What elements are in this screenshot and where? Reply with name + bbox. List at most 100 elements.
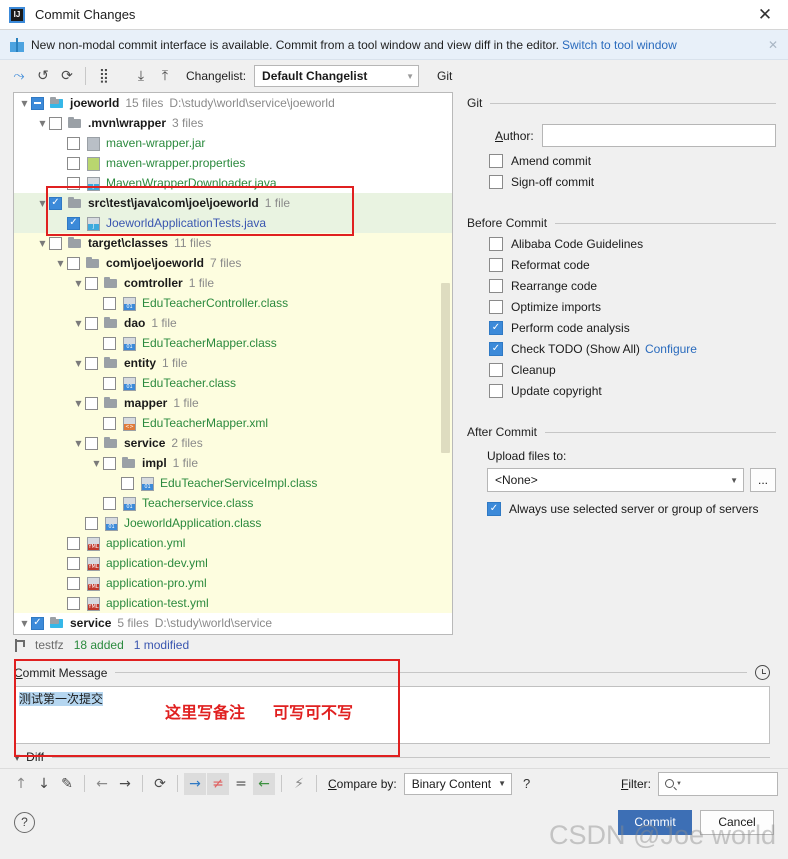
switch-to-tool-window-link[interactable]: Switch to tool window [562,38,677,52]
tree-row[interactable]: ▼ entity 1 file [14,353,452,373]
compare-by-dropdown[interactable]: Binary Content ▼ [403,772,513,795]
sign-off-commit-checkbox[interactable]: Sign-off commit [489,175,776,189]
tree-row[interactable]: maven-wrapper.jar [14,133,452,153]
tree-row[interactable]: ▼ com\joe\joeworld 7 files [14,253,452,273]
tree-row-checkbox[interactable] [31,96,44,110]
tree-row-checkbox[interactable] [67,176,80,190]
tree-row[interactable]: 01 EduTeacher.class [14,373,452,393]
tree-row[interactable]: 01 EduTeacherMapper.class [14,333,452,353]
close-icon[interactable]: ✕ [756,5,774,25]
tree-row[interactable]: ▼ dao 1 file [14,313,452,333]
tree-row[interactable]: ▼ joeworld 15 files D:\study\world\service\… [14,93,452,113]
tree-row-checkbox[interactable] [85,436,98,450]
tree-row[interactable]: ▼ impl 1 file [14,453,452,473]
expand-arrow-icon[interactable]: ▼ [36,199,49,208]
tree-row-checkbox[interactable] [31,616,44,630]
tree-row-checkbox[interactable] [103,416,116,430]
edit-source-icon[interactable]: ✎ [56,773,78,795]
tree-row-checkbox[interactable] [103,376,116,390]
collapse-all-icon[interactable]: ⤒ [154,65,176,87]
tree-row-checkbox[interactable] [67,136,80,150]
tree-row-checkbox[interactable] [49,196,62,210]
tree-row-checkbox[interactable] [121,476,134,490]
reformat-code-checkbox[interactable]: Reformat code [489,258,776,272]
tree-row[interactable]: maven-wrapper.properties [14,153,452,173]
changed-files-tree[interactable]: ▼ joeworld 15 files D:\study\world\service\… [14,93,452,633]
tree-row[interactable]: 01 EduTeacherServiceImpl.class [14,473,452,493]
diff-collapse-row[interactable]: ▼ Diff [14,750,770,764]
tree-row[interactable]: 01 Teacherservice.class [14,493,452,513]
commit-message-input[interactable]: 测试第一次提交 这里写备注 可写可不写 [14,686,770,744]
tree-row[interactable]: YML application-pro.yml [14,573,452,593]
tree-row[interactable]: J JoeworldApplicationTests.java [14,213,452,233]
diff-help-icon[interactable]: ? [523,776,530,791]
cleanup-checkbox[interactable]: Cleanup [489,363,776,377]
accept-left-icon[interactable]: ← [253,772,275,795]
previous-file-icon[interactable]: ← [91,773,113,795]
tree-row-checkbox[interactable] [49,236,62,250]
tree-row[interactable]: YML application.yml [14,533,452,553]
amend-commit-checkbox[interactable]: Amend commit [489,154,776,168]
show-difference-icon[interactable]: ≠ [207,772,229,795]
refresh-diff-icon[interactable]: ⟳ [149,773,171,795]
clock-icon[interactable] [755,665,770,680]
browse-servers-button[interactable]: ... [750,468,776,492]
equal-icon[interactable]: = [230,773,252,795]
update-copyright-checkbox[interactable]: Update copyright [489,384,776,398]
expand-arrow-icon[interactable]: ▼ [18,99,31,108]
rearrange-code-checkbox[interactable]: Rearrange code [489,279,776,293]
tree-row-checkbox[interactable] [67,256,80,270]
rollback-icon[interactable]: ↺ [32,65,54,87]
check-todo-checkbox[interactable]: Check TODO (Show All) Configure [489,342,776,356]
tree-row-checkbox[interactable] [85,396,98,410]
notification-close-icon[interactable]: ✕ [768,38,778,52]
tree-row[interactable]: ▼ mapper 1 file [14,393,452,413]
cancel-button[interactable]: Cancel [700,809,774,835]
tree-row-checkbox[interactable] [67,596,80,610]
tree-row-checkbox[interactable] [85,356,98,370]
tree-row-checkbox[interactable] [85,276,98,290]
tree-row-checkbox[interactable] [85,516,98,530]
ignore-whitespace-icon[interactable]: ⚡ [288,773,310,795]
expand-arrow-icon[interactable]: ▼ [36,239,49,248]
expand-arrow-icon[interactable]: ▼ [72,319,85,328]
tree-row[interactable]: ▼ service 5 files D:\study\world\service [14,613,452,633]
expand-arrow-icon[interactable]: ▼ [18,619,31,628]
tree-row-checkbox[interactable] [67,156,80,170]
tree-row-checkbox[interactable] [67,556,80,570]
next-difference-icon[interactable]: ↓ [33,773,55,795]
tree-row-checkbox[interactable] [67,576,80,590]
tree-row[interactable]: YML application-dev.yml [14,553,452,573]
tree-row[interactable]: 01 EduTeacherController.class [14,293,452,313]
expand-arrow-icon[interactable]: ▼ [54,259,67,268]
help-button[interactable]: ? [14,811,35,833]
tree-row[interactable]: ▼ .mvn\wrapper 3 files [14,113,452,133]
tree-row-checkbox[interactable] [85,316,98,330]
configure-link[interactable]: Configure [645,342,697,356]
group-by-icon[interactable]: ⣿ [93,65,115,87]
accept-right-icon[interactable]: → [184,772,206,795]
changed-files-tree-panel[interactable]: ▼ joeworld 15 files D:\study\world\service\… [13,92,453,635]
tree-row-checkbox[interactable] [103,456,116,470]
tree-row[interactable]: J MavenWrapperDownloader.java [14,173,452,193]
expand-arrow-icon[interactable]: ▼ [72,279,85,288]
tree-row[interactable]: YML application-test.yml [14,593,452,613]
optimize-imports-checkbox[interactable]: Optimize imports [489,300,776,314]
expand-arrow-icon[interactable]: ▼ [72,359,85,368]
commit-button[interactable]: Commit [618,809,692,835]
expand-arrow-icon[interactable]: ▼ [90,459,103,468]
refresh-icon[interactable]: ⟳ [56,65,78,87]
tree-row-checkbox[interactable] [67,536,80,550]
include-in-commit-icon[interactable]: ⤳ [8,65,30,87]
tree-row[interactable]: ▼ src\test\java\com\joe\joeworld 1 file [14,193,452,213]
tree-row-checkbox[interactable] [67,216,80,230]
tree-row[interactable]: ▼ comtroller 1 file [14,273,452,293]
tree-row[interactable]: <> EduTeacherMapper.xml [14,413,452,433]
tree-row[interactable]: ▼ service 2 files [14,433,452,453]
next-file-icon[interactable]: → [114,773,136,795]
tree-row[interactable]: ▼ target\classes 11 files [14,233,452,253]
perform-code-analysis-checkbox[interactable]: Perform code analysis [489,321,776,335]
author-field[interactable] [541,124,776,147]
tree-row[interactable]: 01 JoeworldApplication.class [14,513,452,533]
tree-row-checkbox[interactable] [103,336,116,350]
